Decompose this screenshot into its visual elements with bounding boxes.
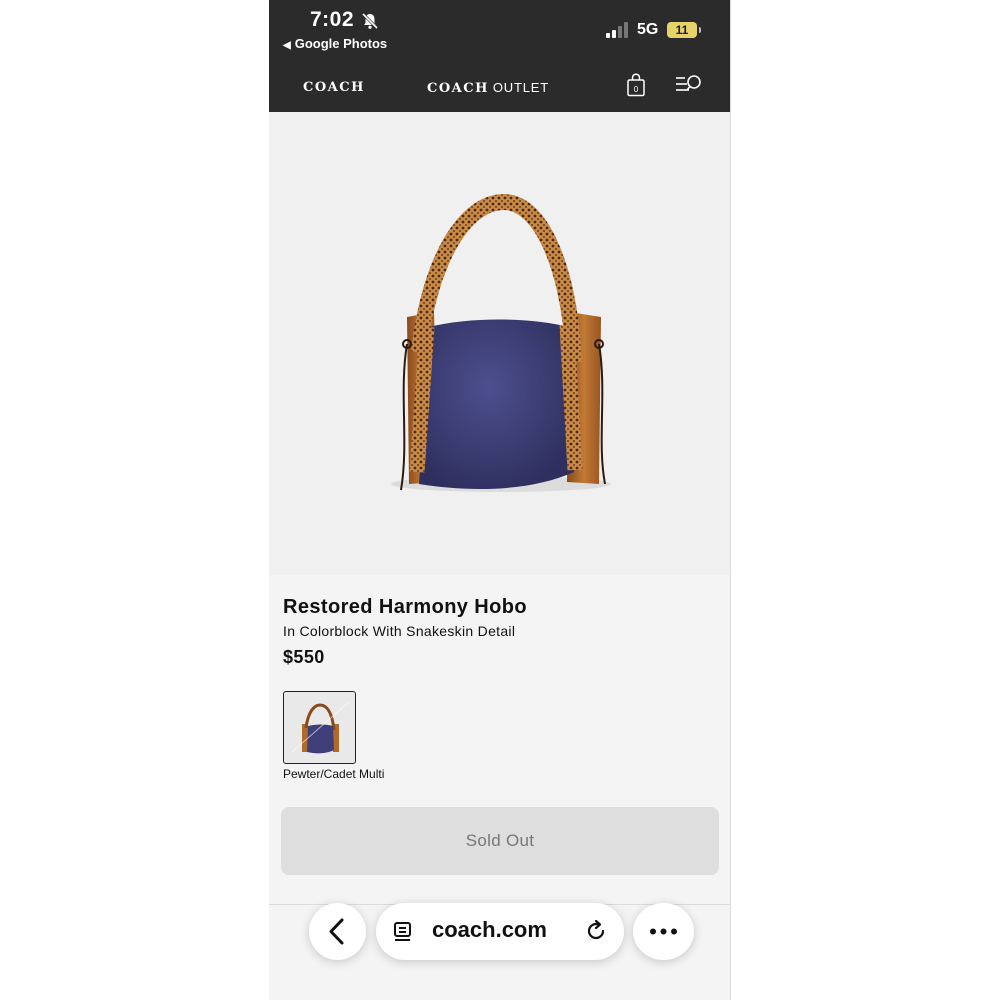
phone-screen: 7:02 ◀ Google Photos 5G 11 COACH COACH OUT…	[269, 0, 731, 1000]
back-icon	[329, 918, 344, 945]
color-swatch[interactable]	[283, 691, 356, 764]
status-time: 7:02	[310, 8, 355, 31]
reload-icon[interactable]	[584, 919, 608, 943]
swatch-bag-thumbnail	[291, 701, 350, 754]
cart-count: 0	[634, 85, 639, 94]
browser-back-button[interactable]	[309, 903, 366, 960]
hobo-bag-illustration	[391, 193, 611, 492]
more-options-button[interactable]	[633, 903, 694, 960]
color-name: Pewter/Cadet Multi	[283, 767, 385, 781]
back-app-label: Google Photos	[294, 36, 388, 51]
product-subtitle: In Colorblock With Snakeskin Detail	[283, 623, 516, 639]
network-type: 5G	[637, 21, 659, 38]
tabs-icon[interactable]	[392, 920, 416, 944]
bag-icon[interactable]: 0	[626, 73, 646, 97]
outlet-brand-suffix: OUTLET	[492, 80, 549, 95]
menu-search-icon[interactable]	[675, 74, 703, 94]
more-icon	[650, 928, 677, 935]
url-text[interactable]: coach.com	[432, 917, 547, 943]
product-image[interactable]	[269, 112, 730, 575]
address-bar[interactable]: coach.com	[376, 903, 624, 960]
outlet-brand-main: COACH	[427, 81, 489, 96]
back-to-app-link[interactable]: ◀ Google Photos	[283, 36, 387, 51]
bell-slash-icon	[361, 12, 379, 30]
coach-logo-link[interactable]: COACH	[303, 80, 365, 95]
coach-outlet-logo-link[interactable]: COACH OUTLET	[427, 80, 549, 96]
product-price: $550	[283, 647, 325, 667]
battery-indicator: 11	[667, 22, 701, 38]
product-title: Restored Harmony Hobo	[283, 596, 527, 618]
back-triangle-icon: ◀	[283, 40, 291, 51]
sold-out-button[interactable]: Sold Out	[281, 807, 719, 875]
cellular-signal-icon	[606, 22, 628, 38]
top-bar: 7:02 ◀ Google Photos 5G 11 COACH COACH OUT…	[269, 0, 730, 112]
